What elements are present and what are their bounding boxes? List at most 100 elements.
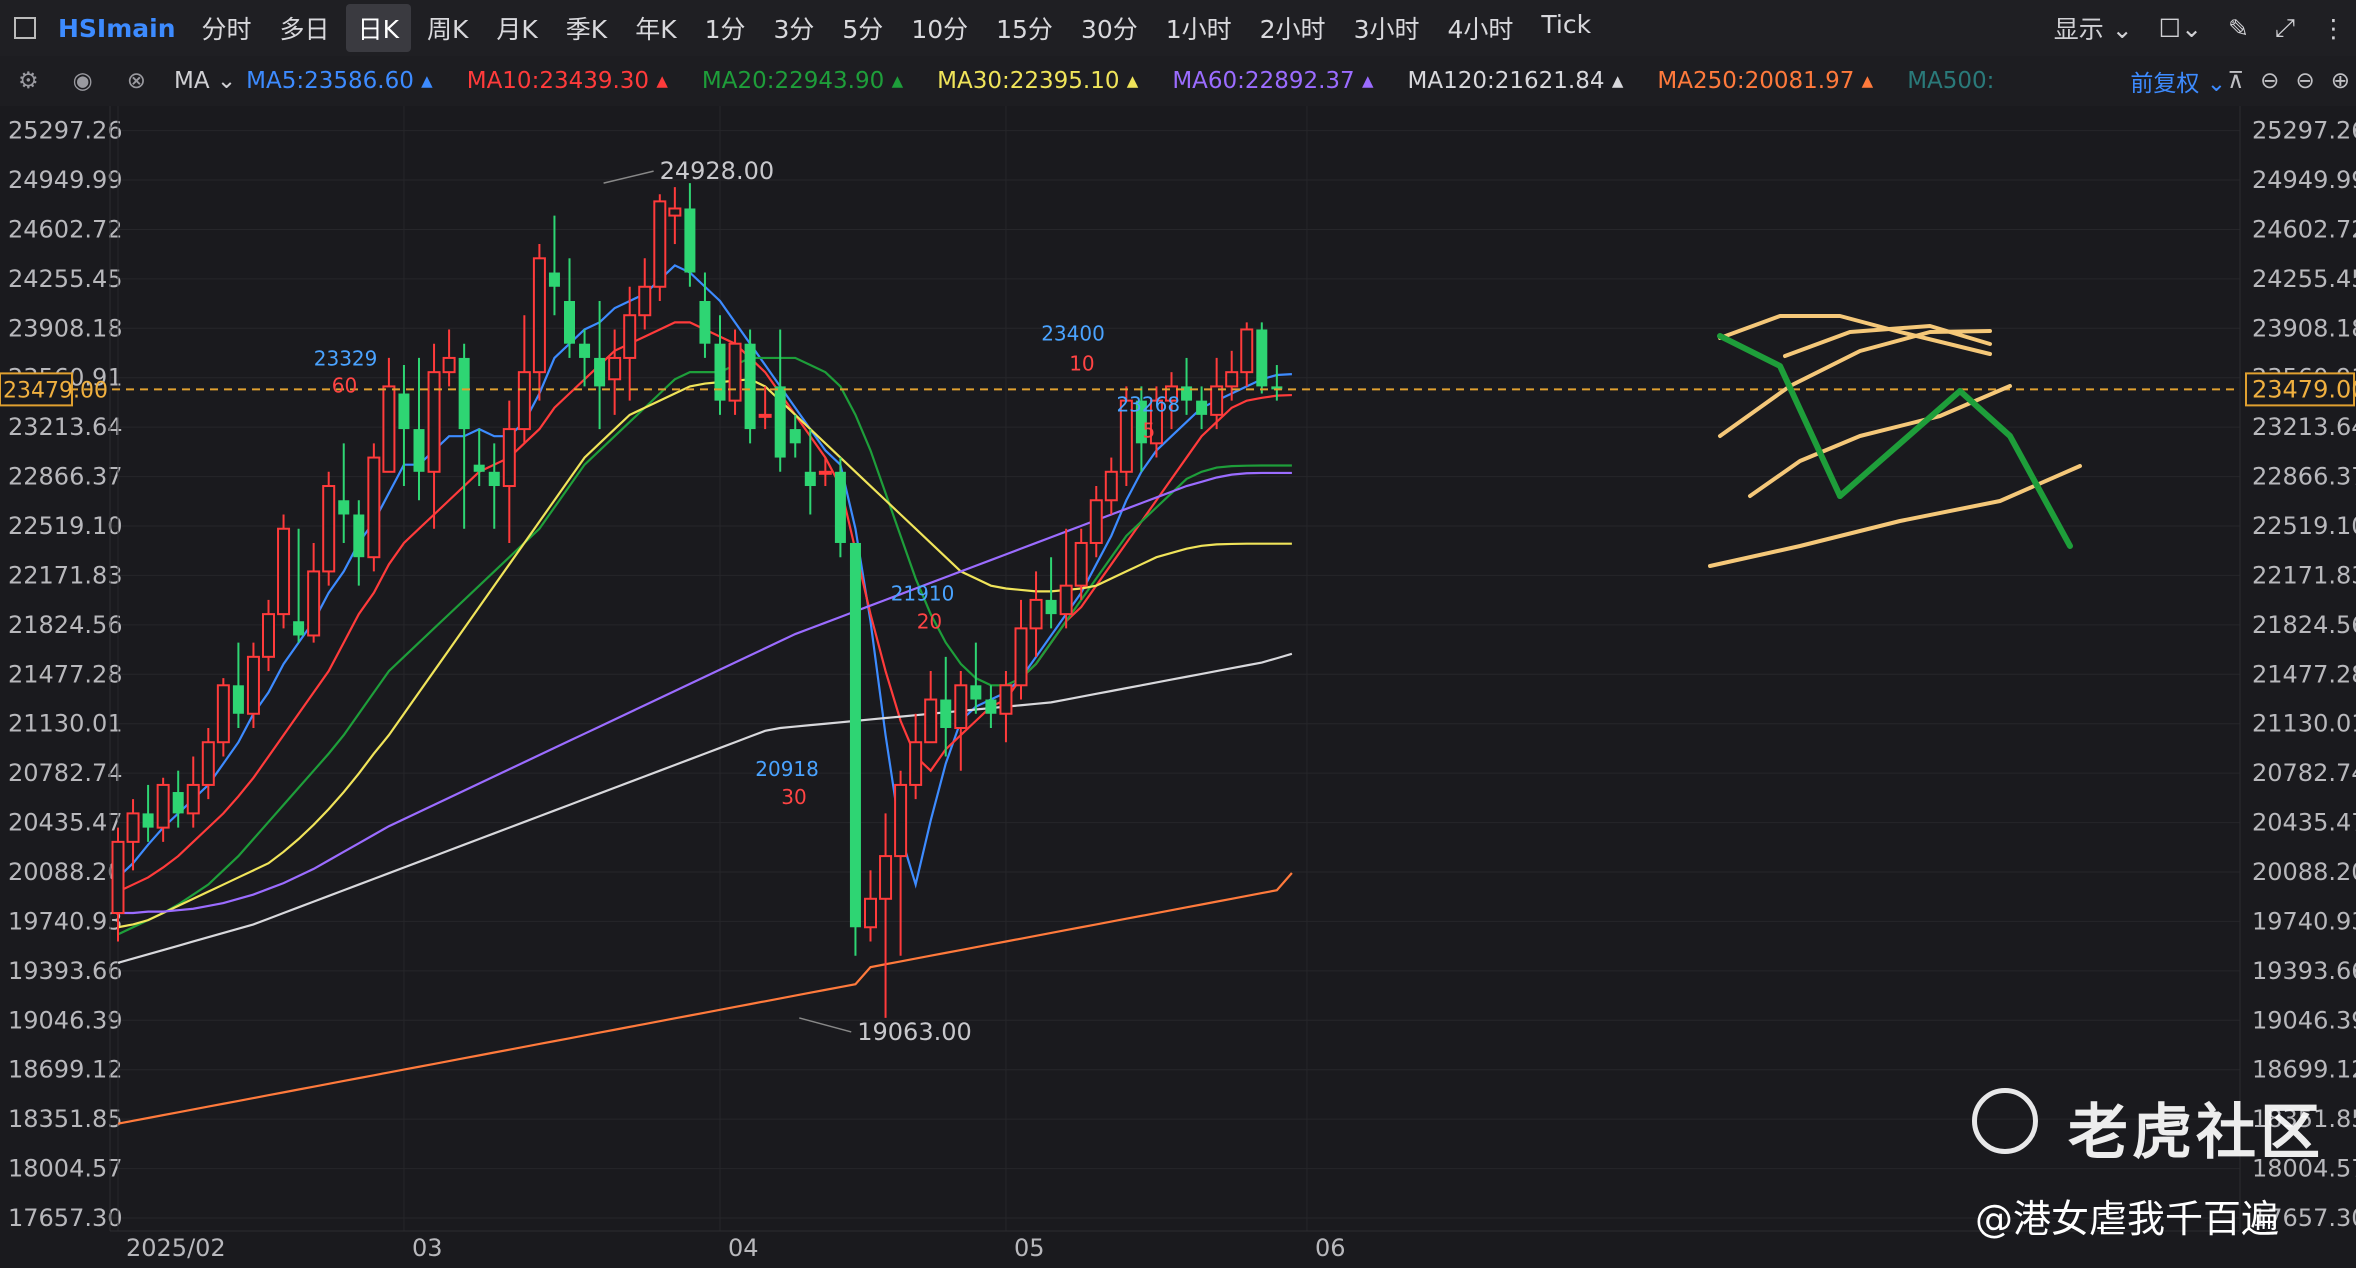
candle-body-75 [1240, 328, 1254, 374]
ma-item-5[interactable]: MA120:21621.84 ▴ [1408, 68, 1624, 94]
plus-circle-icon[interactable]: ⊕ [2331, 68, 2350, 94]
fullscreen-icon[interactable]: ⤢ [2275, 13, 2295, 43]
close-icon[interactable]: ⊗ [127, 68, 146, 94]
candle-body-41 [728, 342, 742, 402]
candle-body-55 [940, 699, 952, 728]
candle-body-1 [126, 812, 140, 843]
candle-body-48 [834, 471, 846, 543]
period-tab-13[interactable]: 1小时 [1154, 4, 1244, 52]
period-tab-8[interactable]: 3分 [762, 4, 827, 52]
candle-body-2 [142, 813, 154, 828]
period-tab-4[interactable]: 月K [484, 4, 549, 52]
collapse-icon[interactable]: ⊼ [2227, 68, 2244, 94]
candle-body-27 [517, 371, 531, 431]
eye-icon[interactable]: ◉ [73, 68, 93, 94]
y-tick-right-15: 20088.20 [2252, 858, 2356, 886]
ma-item-4[interactable]: MA60:22892.37 ▴ [1172, 68, 1373, 94]
y-tick-right-16: 19740.93 [2252, 907, 2356, 935]
period-tab-2[interactable]: 日K [345, 4, 411, 52]
period-tab-5[interactable]: 季K [554, 4, 619, 52]
candle-body-30 [564, 300, 575, 344]
y-tick-left-20: 18351.85 [8, 1105, 123, 1133]
period-tab-9[interactable]: 5分 [830, 4, 895, 52]
y-tick-left-6: 23213.64 [8, 413, 123, 441]
y-tick-right-0: 25297.26 [2252, 117, 2356, 145]
current-price-label-left: 23479.00 [3, 378, 108, 403]
period-tab-10[interactable]: 10分 [899, 4, 980, 52]
square-toggle-icon[interactable]: ☐⌄ [2159, 14, 2202, 43]
candle-body-23 [458, 357, 470, 430]
candle-body-42 [744, 343, 756, 430]
period-tab-3[interactable]: 周K [415, 4, 480, 52]
y-tick-right-7: 22866.37 [2252, 463, 2356, 491]
y-tick-right-12: 21130.01 [2252, 710, 2356, 738]
ma-item-6[interactable]: MA250:20081.97 ▴ [1657, 68, 1873, 94]
ma-legend-row: ⚙ ◉ ⊗ MA ⌄ MA5:23586.60 ▴ MA10:23439.30 ▴… [0, 56, 2356, 107]
period-tab-17[interactable]: Tick [1529, 4, 1603, 52]
minus-circle-icon[interactable]: ⊖ [2260, 68, 2279, 94]
candle-body-65 [1089, 499, 1103, 544]
y-tick-right-9: 22171.83 [2252, 561, 2356, 589]
candle-body-13 [307, 570, 321, 637]
candle-body-47 [818, 470, 832, 475]
candle-body-12 [293, 621, 305, 636]
symbol-label[interactable]: HSImain [58, 14, 176, 43]
candle-body-9 [246, 655, 260, 715]
candle-body-46 [804, 471, 816, 487]
candle-body-20 [413, 429, 425, 472]
candle-body-51 [879, 855, 893, 900]
y-tick-left-18: 19046.39 [8, 1006, 123, 1034]
period-tab-7[interactable]: 1分 [693, 4, 758, 52]
ma-item-3[interactable]: MA30:22395.10 ▴ [937, 68, 1138, 94]
y-tick-left-1: 24949.99 [8, 166, 123, 194]
y-tick-left-9: 22171.83 [8, 561, 123, 589]
period-tab-12[interactable]: 30分 [1069, 4, 1150, 52]
adjust-select[interactable]: 前复权 ⌄ [2130, 64, 2226, 98]
indicator-select[interactable]: MA ⌄ [174, 68, 236, 94]
y-tick-right-8: 22519.10 [2252, 512, 2356, 540]
candle-body-66 [1104, 470, 1118, 502]
candle-body-16 [353, 514, 365, 558]
candle-body-72 [1196, 400, 1208, 415]
candle-body-62 [1045, 599, 1057, 615]
period-tab-15[interactable]: 3小时 [1342, 4, 1432, 52]
y-tick-left-8: 22519.10 [8, 512, 123, 540]
candle-body-63 [1059, 584, 1073, 616]
minus-circle-icon-2[interactable]: ⊖ [2295, 68, 2314, 94]
period-tab-11[interactable]: 15分 [984, 4, 1065, 52]
display-menu[interactable]: 显示 ⌄ [2054, 10, 2133, 46]
period-tab-1[interactable]: 多日 [268, 4, 342, 52]
gear-icon[interactable]: ⚙ [18, 68, 39, 94]
ma-item-1[interactable]: MA10:23439.30 ▴ [467, 68, 668, 94]
period-tab-0[interactable]: 分时 [190, 4, 264, 52]
candle-body-6 [201, 741, 215, 786]
y-tick-right-18: 19046.39 [2252, 1006, 2356, 1034]
y-tick-right-19: 18699.12 [2252, 1056, 2356, 1084]
candle-body-60 [1014, 627, 1028, 687]
ma-item-7[interactable]: MA500: [1907, 68, 1994, 94]
candle-body-28 [532, 257, 546, 374]
y-tick-left-22: 17657.30 [8, 1204, 123, 1232]
candle-body-33 [608, 356, 622, 381]
candle-body-29 [548, 272, 560, 287]
ma-item-0[interactable]: MA5:23586.60 ▴ [246, 68, 433, 94]
ma-items: MA5:23586.60 ▴ MA10:23439.30 ▴ MA20:22943.… [246, 68, 2028, 94]
layout-icon[interactable] [14, 17, 36, 39]
candle-body-10 [262, 613, 275, 658]
top-toolbar: HSImain 分时 多日 日K 周K 月K 季K 年K 1分 3分 5分 10分 15分 30分 1小时… [0, 0, 2356, 56]
ma-item-2[interactable]: MA20:22943.90 ▴ [702, 68, 903, 94]
more-icon[interactable]: ⋮ [2321, 14, 2346, 43]
period-tab-16[interactable]: 4小时 [1435, 4, 1525, 52]
annotation-3: 60 [332, 374, 357, 398]
y-tick-right-6: 23213.64 [2252, 413, 2356, 441]
candle-body-25 [488, 471, 500, 487]
brush-icon[interactable]: ✎ [2228, 14, 2249, 43]
y-tick-left-14: 20435.47 [8, 809, 123, 837]
candle-body-21 [427, 371, 441, 473]
period-tab-6[interactable]: 年K [623, 4, 688, 52]
annotation-5: 10 [1069, 352, 1094, 376]
period-tab-14[interactable]: 2小时 [1248, 4, 1338, 52]
candle-body-26 [502, 428, 516, 488]
y-tick-left-11: 21477.28 [8, 660, 123, 688]
annotation-10: 20918 [755, 757, 819, 781]
